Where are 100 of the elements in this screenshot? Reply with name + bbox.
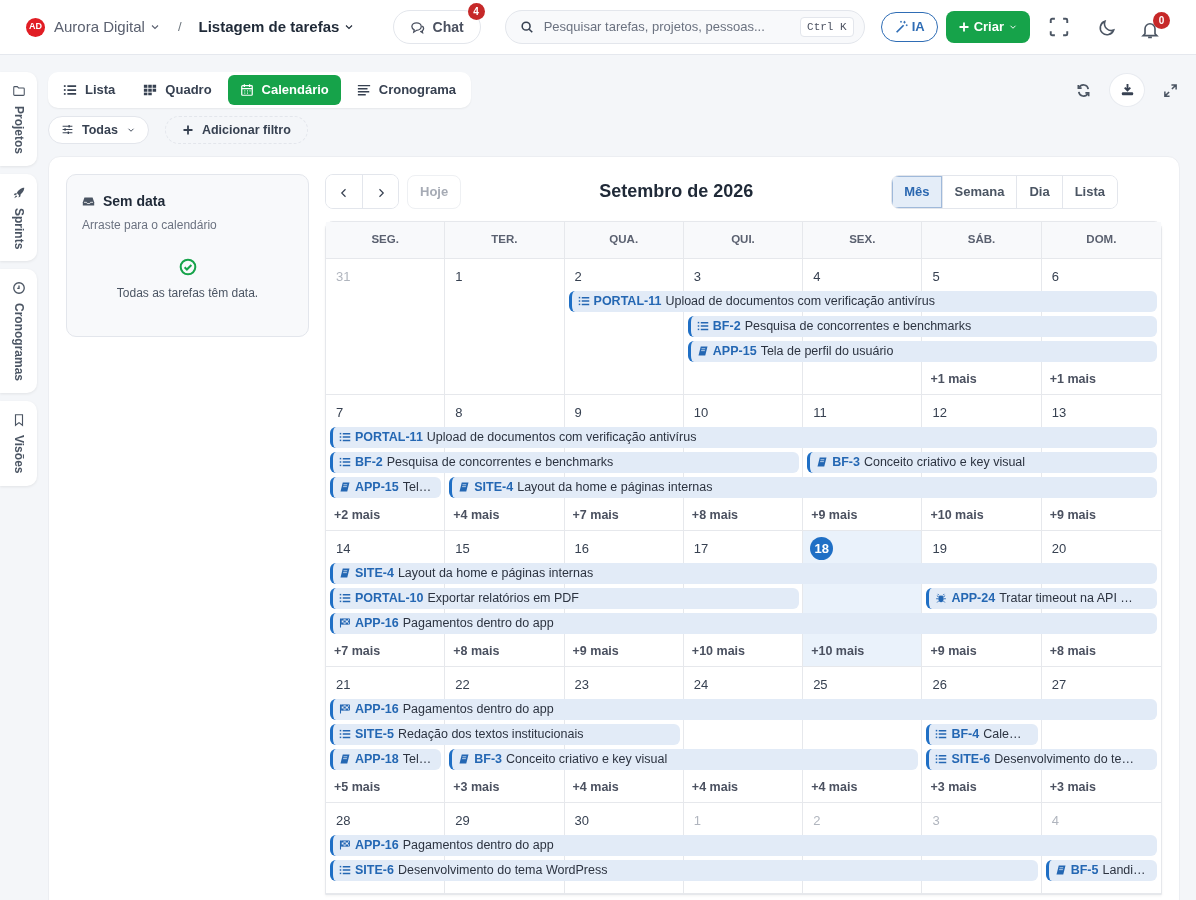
side-tab[interactable]: Sprints [0, 174, 37, 262]
download-button[interactable] [1109, 72, 1145, 107]
side-tab[interactable]: Projetos [0, 72, 37, 166]
event-bar[interactable]: BF-4 Cale… [926, 723, 1038, 745]
weekday-header: QUI. [683, 222, 804, 258]
more-link[interactable]: +10 mais [811, 643, 865, 658]
day-number: 21 [336, 676, 351, 692]
event-bar[interactable]: BF-3 Conceito criativo e key visual [449, 748, 919, 770]
view-option[interactable]: Mês [892, 176, 942, 208]
view-tab[interactable]: Lista [51, 75, 128, 105]
side-tab[interactable]: Visões [0, 401, 37, 486]
task-key: BF-4 [951, 724, 980, 744]
day-number: 30 [574, 812, 590, 828]
task-key: BF-5 [1070, 860, 1099, 880]
day-number: 2 [813, 812, 821, 828]
more-link[interactable]: +4 mais [691, 779, 739, 794]
more-link[interactable]: +8 mais [1049, 643, 1096, 658]
view-tab[interactable]: Cronograma [344, 75, 469, 105]
event-bar[interactable]: BF-3 Conceito criativo e key visual [807, 451, 1157, 473]
task-key: SITE-4 [355, 563, 394, 583]
task-title: Tel… [402, 478, 432, 496]
event-bar[interactable]: APP-24 Tratar timeout na API … [926, 587, 1157, 609]
more-link[interactable]: +8 mais [453, 643, 500, 658]
event-bar[interactable]: PORTAL-10 Exportar relatórios em PDF [330, 587, 800, 609]
more-link[interactable]: +8 mais [691, 507, 739, 522]
day-number: 6 [1051, 268, 1059, 284]
more-link[interactable]: +3 mais [1049, 779, 1096, 794]
event-bar[interactable]: SITE-6 Desenvolvimento do tema WordPress [330, 859, 1038, 881]
task-title: Exportar relatórios em PDF [427, 589, 579, 607]
more-link[interactable]: +9 mais [811, 507, 858, 522]
event-bar[interactable]: PORTAL-11 Upload de documentos com verificação antivírus [568, 290, 1157, 312]
more-link[interactable]: +1 mais [930, 371, 977, 386]
task-title: Landi… [1102, 861, 1146, 879]
day-number: 16 [574, 540, 590, 556]
event-bar[interactable]: APP-16 Pagamentos dentro do app [330, 612, 1157, 634]
more-link[interactable]: +7 mais [334, 643, 381, 658]
more-link[interactable]: +5 mais [334, 779, 381, 794]
more-link[interactable]: +3 mais [930, 779, 977, 794]
more-link[interactable]: +3 mais [453, 779, 500, 794]
book-icon [339, 753, 351, 765]
more-link[interactable]: +10 mais [930, 507, 984, 522]
more-link[interactable]: +7 mais [572, 507, 619, 522]
view-option[interactable]: Lista [1061, 176, 1117, 208]
bug-icon [935, 592, 948, 604]
day-number: 24 [693, 676, 709, 692]
more-link[interactable]: +4 mais [453, 507, 500, 522]
task-title: Pesquisa de concorrentes e benchmarks [744, 317, 972, 335]
event-bar[interactable]: APP-16 Pagamentos dentro do app [330, 698, 1157, 720]
view-tab[interactable]: Quadro [131, 75, 224, 105]
event-bar[interactable]: APP-15 Tel… [330, 476, 442, 498]
task-title: Conceito criativo e key visual [506, 750, 668, 768]
flag-icon [339, 839, 351, 851]
list-icon [935, 728, 948, 740]
weekday-header: TER. [445, 222, 565, 258]
event-bar[interactable]: APP-15 Tela de perfil do usuário [687, 340, 1157, 362]
search-input[interactable]: Pesquisar tarefas, projetos, pessoas... [541, 16, 793, 38]
event-bar[interactable]: SITE-4 Layout da home e páginas internas [330, 562, 1157, 584]
day-number: 10 [693, 404, 709, 420]
event-bar[interactable]: APP-16 Pagamentos dentro do app [330, 834, 1157, 856]
task-key: PORTAL-10 [355, 588, 424, 608]
more-link[interactable]: +4 mais [572, 779, 619, 794]
day-number: 11 [813, 404, 827, 420]
more-link[interactable]: +10 mais [691, 643, 745, 658]
scope-filter[interactable]: Todas [48, 115, 149, 145]
event-bar[interactable]: PORTAL-11 Upload de documentos com verificação antivírus [330, 426, 1157, 448]
weekday-header: SEG. [326, 222, 446, 258]
task-key: APP-24 [951, 588, 996, 608]
event-bar[interactable]: BF-2 Pesquisa de concorrentes e benchmarks [330, 451, 800, 473]
task-title: Upload de documentos com verificação antivírus [665, 292, 935, 310]
check-circle-icon [178, 258, 197, 277]
search-icon [519, 20, 534, 34]
more-link[interactable]: +9 mais [572, 643, 619, 658]
folder-icon [11, 84, 26, 98]
more-link[interactable]: +1 mais [1049, 371, 1096, 386]
event-bar[interactable]: SITE-4 Layout da home e páginas internas [449, 476, 1157, 498]
more-link[interactable]: +9 mais [930, 643, 977, 658]
task-key: BF-2 [712, 316, 741, 336]
search-field[interactable]: Pesquisar tarefas, projetos, pessoas... Ctrl K [504, 10, 865, 44]
notifications-button[interactable]: 0 [1136, 11, 1170, 43]
task-key: APP-15 [355, 477, 399, 497]
task-title: Redação dos textos institucionais [397, 725, 584, 743]
day-number: 23 [574, 676, 590, 692]
side-tab[interactable]: Cronogramas [0, 269, 37, 394]
more-link[interactable]: +2 mais [334, 507, 381, 522]
more-link[interactable]: +4 mais [811, 779, 858, 794]
task-title: Upload de documentos com verificação antivírus [426, 428, 697, 446]
page-title[interactable]: Listagem de tarefas [197, 14, 357, 40]
event-bar[interactable]: APP-18 Tel… [330, 748, 442, 770]
download-icon [1119, 82, 1135, 98]
event-bar[interactable]: SITE-6 Desenvolvimento do te… [926, 748, 1157, 770]
workspace-switcher[interactable]: Aurora Digital [53, 14, 162, 40]
event-bar[interactable]: SITE-5 Redação dos textos institucionais [330, 723, 680, 745]
task-title: Desenvolvimento do tema WordPress [397, 861, 608, 879]
more-link[interactable]: +9 mais [1049, 507, 1096, 522]
task-key: PORTAL-11 [355, 427, 423, 447]
task-key: APP-16 [355, 613, 399, 633]
event-bar[interactable]: BF-2 Pesquisa de concorrentes e benchmarks [687, 315, 1157, 337]
ai-button[interactable]: IA [880, 12, 938, 42]
list-icon [339, 864, 351, 876]
workspace-avatar: AD [26, 17, 45, 37]
